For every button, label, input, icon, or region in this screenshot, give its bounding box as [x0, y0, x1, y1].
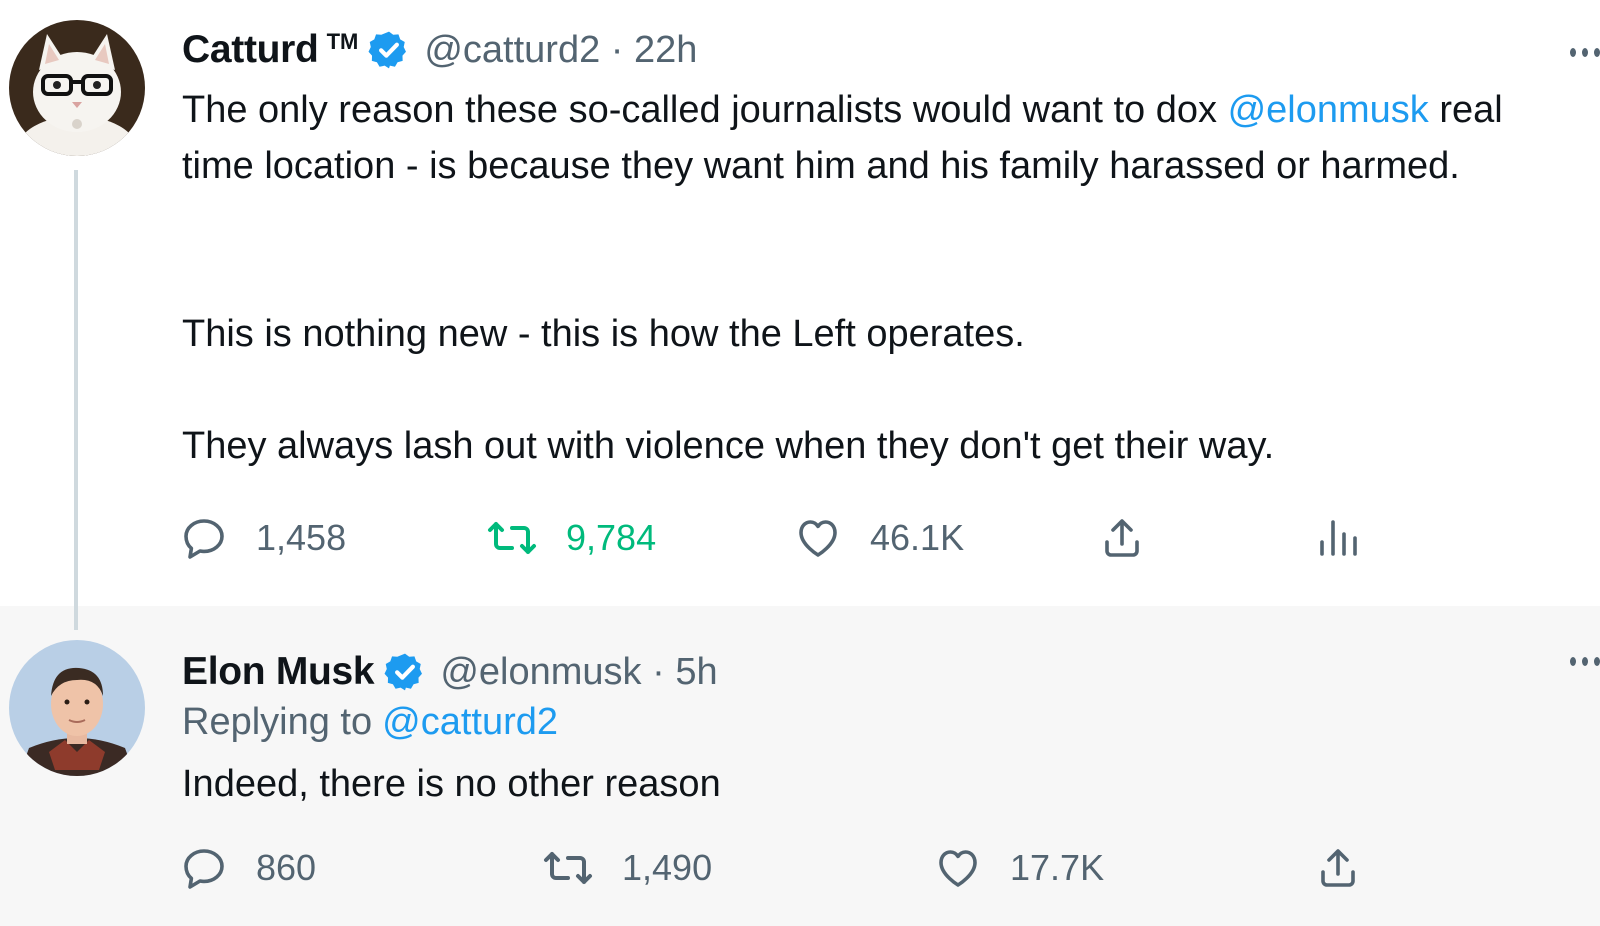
tweet-text-paragraph-1: The only reason these so-called journali… — [182, 89, 1503, 187]
retweet-icon — [542, 844, 594, 892]
retweet-count: 1,490 — [622, 847, 713, 888]
more-icon[interactable] — [1570, 651, 1600, 671]
share-button[interactable] — [1314, 844, 1362, 892]
retweet-button[interactable]: 1,490 — [542, 844, 712, 892]
verified-badge-icon — [384, 651, 426, 693]
tweet-time: 5h — [675, 650, 718, 693]
mention-link[interactable]: @elonmusk — [1228, 89, 1429, 131]
heart-icon — [794, 514, 842, 562]
author-handle[interactable]: @catturd2 · 22h — [424, 29, 697, 72]
replying-to: Replying to @catturd2 — [182, 701, 559, 743]
author-name[interactable]: Elon Musk — [182, 650, 375, 694]
tweet-time: 22h — [634, 28, 698, 71]
tweet-header: Elon Musk @elonmusk · 5h — [182, 644, 718, 700]
reply-count: 860 — [256, 847, 317, 888]
reply-count: 1,458 — [256, 517, 347, 558]
like-count: 17.7K — [1010, 847, 1105, 888]
reply-button[interactable]: 860 — [180, 844, 316, 892]
like-button[interactable]: 17.7K — [934, 844, 1104, 892]
reply-icon — [180, 844, 228, 892]
like-count: 46.1K — [870, 517, 965, 558]
more-icon[interactable] — [1570, 42, 1600, 62]
share-icon — [1314, 844, 1362, 892]
author-handle[interactable]: @elonmusk · 5h — [440, 651, 717, 694]
thread-connector-line — [74, 170, 78, 630]
tweet-elonmusk[interactable]: Elon Musk @elonmusk · 5h Replying to @cat… — [0, 606, 1600, 926]
like-button[interactable]: 46.1K — [794, 514, 964, 562]
tweet-text-paragraph-2: This is nothing new - this is how the Le… — [182, 313, 1025, 355]
share-icon — [1098, 514, 1146, 562]
replying-to-handle-link[interactable]: @catturd2 — [382, 701, 558, 743]
share-button[interactable] — [1098, 514, 1146, 562]
retweet-count: 9,784 — [566, 517, 657, 558]
reply-icon — [180, 514, 228, 562]
trademark-symbol: TM — [326, 29, 359, 54]
heart-icon — [934, 844, 982, 892]
tweet-header: Catturd TM @catturd2 · 22h — [182, 22, 697, 78]
avatar-elonmusk[interactable] — [9, 640, 145, 776]
author-name[interactable]: Catturd — [182, 28, 319, 72]
retweet-button[interactable]: 9,784 — [486, 514, 656, 562]
analytics-button[interactable] — [1314, 514, 1362, 562]
tweet-text: Indeed, there is no other reason — [182, 763, 721, 805]
verified-badge-icon — [368, 29, 410, 71]
reply-button[interactable]: 1,458 — [180, 514, 346, 562]
tweet-catturd[interactable]: Catturd TM @catturd2 · 22h The only reas… — [0, 0, 1600, 630]
avatar-catturd[interactable] — [9, 20, 145, 156]
analytics-icon — [1314, 514, 1362, 562]
retweet-icon — [486, 514, 538, 562]
tweet-text-paragraph-3: They always lash out with violence when … — [182, 425, 1275, 467]
